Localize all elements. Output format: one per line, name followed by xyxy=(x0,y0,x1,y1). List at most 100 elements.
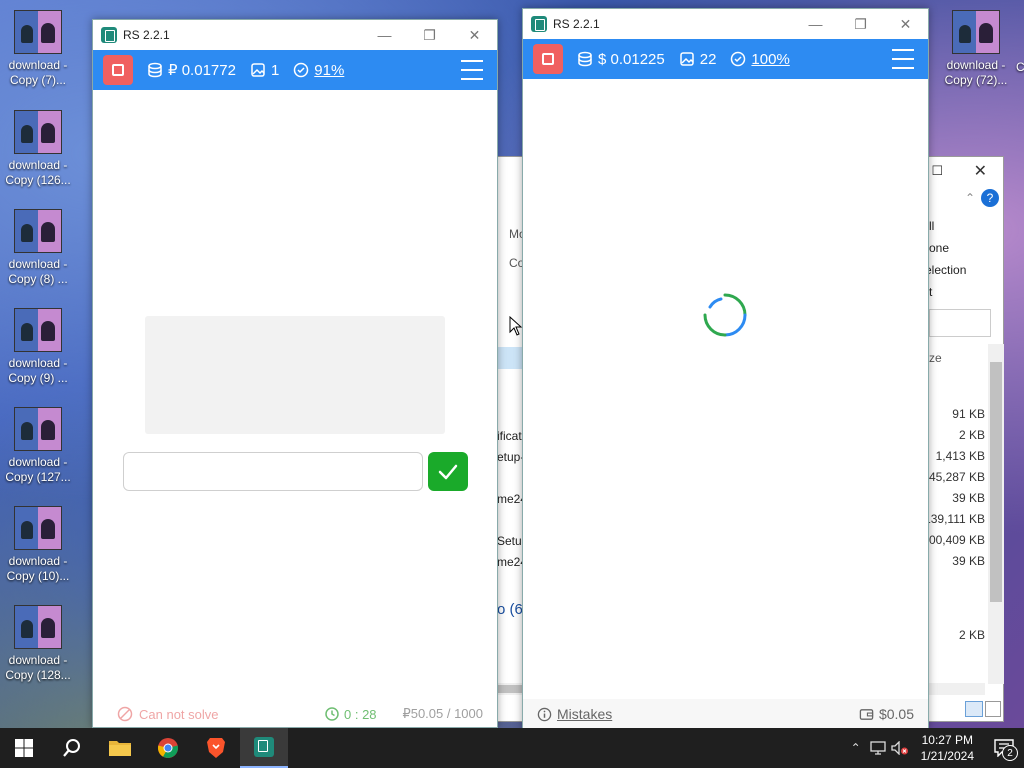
image-file-icon xyxy=(14,308,62,352)
status-footer: Can not solve 0 : 28 ₽50.05 / 1000 xyxy=(93,701,497,727)
stop-button[interactable] xyxy=(533,44,563,74)
file-name[interactable]: etup- xyxy=(497,450,524,464)
taskbar-brave[interactable] xyxy=(192,728,240,768)
accuracy-indicator[interactable]: 91% xyxy=(293,62,344,79)
image-file-icon xyxy=(14,209,62,253)
balance-value: $ 0.01225 xyxy=(598,50,665,68)
chevron-up-icon[interactable]: ⌃ xyxy=(845,728,867,768)
status-footer: Mistakes $0.05 xyxy=(523,699,928,729)
file-size: 1,413 KB xyxy=(935,449,985,463)
desktop-icon-file[interactable]: download - Copy (9) ... xyxy=(0,308,76,386)
images-count: 22 xyxy=(699,50,717,68)
desktop-icon-file[interactable]: download - Copy (7)... xyxy=(0,10,76,88)
window-title: RS 2.2.1 xyxy=(553,17,600,31)
taskbar-file-explorer[interactable] xyxy=(96,728,144,768)
title-bar[interactable]: RS 2.2.1 — ❐ ✕ xyxy=(523,9,928,39)
file-size: 2 KB xyxy=(958,428,985,442)
images-icon xyxy=(679,52,694,66)
file-name[interactable]: ificat xyxy=(497,429,522,443)
timer: 0 : 28 xyxy=(325,707,377,722)
minimize-icon[interactable]: — xyxy=(793,9,838,39)
desktop-icon-file[interactable]: download - Copy (8) ... xyxy=(0,209,76,287)
close-icon[interactable]: ✕ xyxy=(974,161,987,181)
desktop-icon-label: Copy (127... xyxy=(5,470,71,484)
app-icon xyxy=(254,737,274,757)
notification-center-button[interactable]: 2 xyxy=(984,728,1024,768)
app-toolbar: ₽ 0.01772 1 91% xyxy=(93,50,497,90)
chevron-up-icon[interactable]: ⌃ xyxy=(965,191,975,205)
section-header[interactable]: o (6 xyxy=(497,601,523,618)
taskbar-chrome[interactable] xyxy=(144,728,192,768)
rs-window-dollar[interactable]: RS 2.2.1 — ❐ ✕ $ 0.01225 22 100% Mistake… xyxy=(522,8,929,730)
search-input[interactable] xyxy=(929,309,991,337)
folder-icon xyxy=(109,741,131,756)
accuracy-indicator[interactable]: 100% xyxy=(730,51,790,68)
taskbar-rs-app[interactable] xyxy=(240,728,288,768)
desktop-icon-file[interactable]: download - Copy (10)... xyxy=(0,506,76,584)
window-title: RS 2.2.1 xyxy=(123,28,170,42)
start-button[interactable] xyxy=(0,728,48,768)
ribbon-item[interactable]: one xyxy=(929,241,949,255)
desktop-icon-file[interactable]: download - Copy (127... xyxy=(0,407,76,485)
balance-indicator: $ 0.01225 xyxy=(577,51,665,68)
image-file-icon xyxy=(14,506,62,550)
close-icon[interactable]: ✕ xyxy=(452,20,497,50)
image-file-icon xyxy=(14,110,62,154)
loading-spinner-icon xyxy=(703,293,747,337)
app-toolbar: $ 0.01225 22 100% xyxy=(523,39,928,79)
file-size: 39 KB xyxy=(952,491,985,505)
submit-button[interactable] xyxy=(428,452,468,491)
coins-icon xyxy=(148,62,162,78)
captcha-image-placeholder xyxy=(145,316,445,434)
search-button[interactable] xyxy=(48,728,96,768)
title-bar[interactable]: RS 2.2.1 — ❐ ✕ xyxy=(93,20,497,50)
desktop-icon-label: download - xyxy=(8,356,68,370)
desktop-icon-label: Copy (128... xyxy=(5,668,71,682)
ribbon-item[interactable]: t xyxy=(929,285,932,299)
image-file-icon xyxy=(14,605,62,649)
info-icon xyxy=(537,707,552,721)
accuracy-value[interactable]: 91% xyxy=(314,62,344,79)
scrollbar-thumb[interactable] xyxy=(990,362,1002,602)
stop-button[interactable] xyxy=(103,55,133,85)
clock-date: 1/21/2024 xyxy=(920,749,974,763)
network-icon[interactable] xyxy=(867,728,889,768)
clock-icon xyxy=(325,707,339,721)
desktop-icon-file[interactable]: download - Copy (126... xyxy=(0,110,76,188)
volume-muted-icon[interactable] xyxy=(889,728,911,768)
desktop-icon-label: Copy (126... xyxy=(5,173,71,187)
image-file-icon xyxy=(14,407,62,451)
accuracy-value[interactable]: 100% xyxy=(751,51,789,68)
desktop-icon-label: download - xyxy=(946,58,1006,72)
maximize-icon[interactable]: ❐ xyxy=(838,9,883,39)
balance-indicator: ₽ 0.01772 xyxy=(147,61,236,79)
cant-solve-label: Can not solve xyxy=(139,706,219,722)
images-count: 1 xyxy=(270,61,280,79)
column-header-size[interactable]: ze xyxy=(929,351,942,365)
menu-icon[interactable] xyxy=(461,59,483,81)
menu-icon[interactable] xyxy=(892,48,914,70)
mistakes-link[interactable]: Mistakes xyxy=(537,706,612,722)
details-view-icon[interactable] xyxy=(965,701,983,717)
desktop-icon-label: download - xyxy=(8,653,68,667)
ribbon-item[interactable]: election xyxy=(925,263,966,277)
desktop-icon-label: Copy (7)... xyxy=(9,73,66,87)
clock[interactable]: 10:27 PM 1/21/2024 xyxy=(911,732,984,764)
desktop-icon-file[interactable]: download - Copy (72)... xyxy=(938,10,1014,88)
close-icon[interactable]: ✕ xyxy=(883,9,928,39)
footer-balance: ₽50.05 / 1000 xyxy=(402,706,483,721)
cant-solve-button[interactable]: Can not solve xyxy=(117,706,219,722)
captcha-answer-input[interactable] xyxy=(123,452,423,491)
file-size: 91 KB xyxy=(952,407,985,421)
help-icon[interactable]: ? xyxy=(981,189,999,207)
vertical-scrollbar[interactable] xyxy=(988,344,1004,684)
maximize-icon[interactable]: ❐ xyxy=(407,20,452,50)
maximize-icon[interactable]: ☐ xyxy=(931,163,943,179)
ribbon-item[interactable]: ll xyxy=(929,219,934,233)
desktop-icon-label: download - xyxy=(8,257,68,271)
large-icons-view-icon[interactable] xyxy=(985,701,1001,717)
minimize-icon[interactable]: — xyxy=(362,20,407,50)
desktop-icon-file[interactable]: download - Copy (128... xyxy=(0,605,76,683)
rs-window-ruble[interactable]: RS 2.2.1 — ❐ ✕ ₽ 0.01772 1 91% Can not s… xyxy=(92,19,498,728)
desktop-icon-label: download - xyxy=(8,58,68,72)
